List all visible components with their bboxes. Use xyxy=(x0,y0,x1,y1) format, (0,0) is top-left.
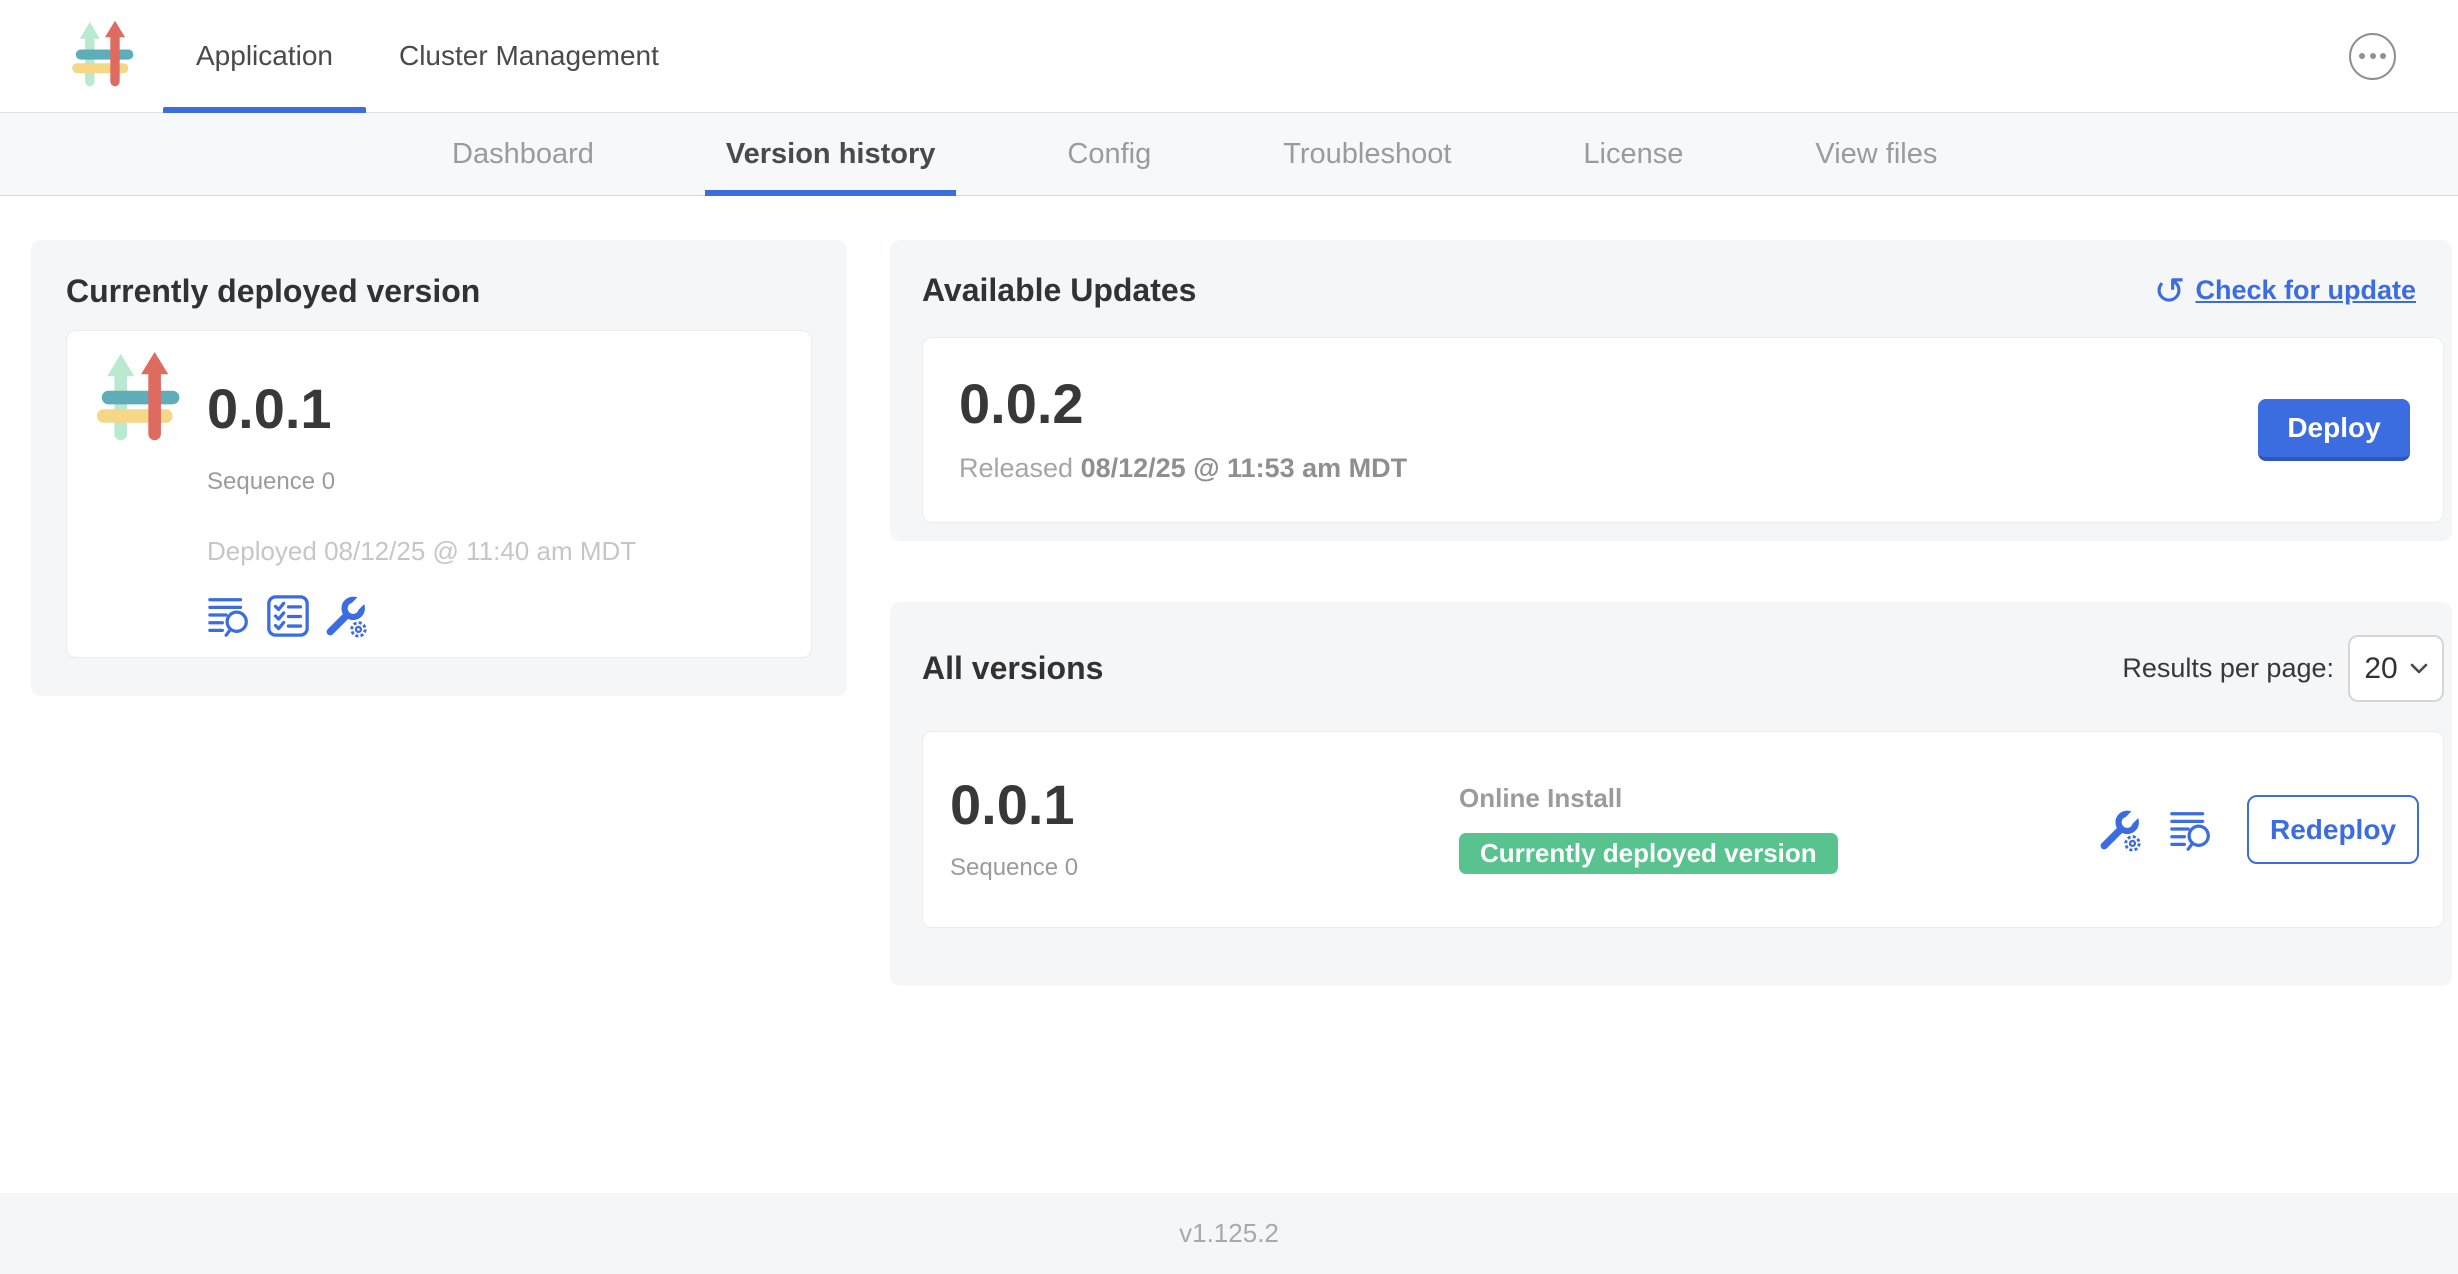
results-per-page-label: Results per page: xyxy=(2122,653,2334,684)
tab-application-label: Application xyxy=(196,40,333,72)
results-per-page-value: 20 xyxy=(2364,652,2397,686)
app-subnav: Dashboard Version history Config Trouble… xyxy=(0,113,2458,196)
install-type-label: Online Install xyxy=(1459,785,2097,811)
tab-cluster-management-label: Cluster Management xyxy=(399,40,659,72)
check-for-update-link[interactable]: ↺ Check for update xyxy=(2154,275,2416,306)
row-sequence: Sequence 0 xyxy=(950,855,1459,881)
deployed-timestamp: Deployed 08/12/25 @ 11:40 am MDT xyxy=(207,537,636,565)
tab-application[interactable]: Application xyxy=(163,0,366,112)
console-version: v1.125.2 xyxy=(1179,1218,1279,1249)
currently-deployed-card: Currently deployed version 0.0.1 Sequenc… xyxy=(31,240,847,696)
deployed-version-panel: 0.0.1 Sequence 0 Deployed 08/12/25 @ 11:… xyxy=(66,330,812,658)
deployed-sequence: Sequence 0 xyxy=(207,469,636,495)
all-versions-title: All versions xyxy=(922,650,1103,687)
subnav-item-license[interactable]: License xyxy=(1583,113,1683,195)
row-status-info: Online Install Currently deployed versio… xyxy=(1459,785,2097,874)
update-version-number: 0.0.2 xyxy=(959,378,1407,430)
row-version-info: 0.0.1 Sequence 0 xyxy=(950,779,1459,881)
available-updates-title: Available Updates xyxy=(922,272,1196,309)
main-content: Currently deployed version 0.0.1 Sequenc… xyxy=(0,196,2458,1193)
row-actions: Redeploy xyxy=(2097,795,2419,864)
check-for-update-label: Check for update xyxy=(2195,275,2416,306)
tab-cluster-management[interactable]: Cluster Management xyxy=(366,0,692,112)
subnav-item-troubleshoot[interactable]: Troubleshoot xyxy=(1283,113,1451,195)
deploy-button[interactable]: Deploy xyxy=(2258,399,2410,461)
released-label: Released xyxy=(959,453,1081,483)
update-row: 0.0.2 Released 08/12/25 @ 11:53 am MDT D… xyxy=(922,337,2444,523)
status-badge: Currently deployed version xyxy=(1459,833,1838,874)
app-footer: v1.125.2 xyxy=(0,1193,2458,1274)
deployed-version-number: 0.0.1 xyxy=(207,381,636,437)
config-icon[interactable] xyxy=(323,593,369,639)
update-info: 0.0.2 Released 08/12/25 @ 11:53 am MDT xyxy=(959,378,1407,482)
all-versions-card: All versions Results per page: 20 0.0.1 … xyxy=(890,602,2452,986)
logs-icon[interactable] xyxy=(207,593,253,639)
logs-icon[interactable] xyxy=(2169,807,2215,853)
subnav-item-config[interactable]: Config xyxy=(1067,113,1151,195)
results-per-page-select[interactable]: 20 xyxy=(2348,635,2444,702)
deployed-actions xyxy=(207,593,636,639)
app-header: Application Cluster Management xyxy=(0,0,2458,113)
subnav-item-dashboard[interactable]: Dashboard xyxy=(452,113,594,195)
released-timestamp: 08/12/25 @ 11:53 am MDT xyxy=(1081,453,1408,483)
refresh-icon: ↺ xyxy=(2154,276,2186,306)
version-row: 0.0.1 Sequence 0 Online Install Currentl… xyxy=(922,731,2444,928)
app-logo-icon xyxy=(94,351,191,448)
config-icon[interactable] xyxy=(2097,807,2143,853)
deployed-version-info: 0.0.1 Sequence 0 Deployed 08/12/25 @ 11:… xyxy=(207,351,636,657)
chevron-down-icon xyxy=(2410,663,2428,674)
ellipsis-menu-icon[interactable] xyxy=(2349,33,2396,80)
subnav-item-view-files[interactable]: View files xyxy=(1815,113,1937,195)
right-column: Available Updates ↺ Check for update 0.0… xyxy=(890,240,2452,1193)
results-per-page: Results per page: 20 xyxy=(2122,635,2444,702)
redeploy-button[interactable]: Redeploy xyxy=(2247,795,2419,864)
preflight-checks-icon[interactable] xyxy=(265,593,311,639)
update-released-line: Released 08/12/25 @ 11:53 am MDT xyxy=(959,455,1407,482)
currently-deployed-title: Currently deployed version xyxy=(66,273,812,310)
available-updates-card: Available Updates ↺ Check for update 0.0… xyxy=(890,240,2452,541)
app-logo-icon xyxy=(70,19,142,93)
subnav-item-version-history[interactable]: Version history xyxy=(726,113,936,195)
row-version-number: 0.0.1 xyxy=(950,779,1459,831)
